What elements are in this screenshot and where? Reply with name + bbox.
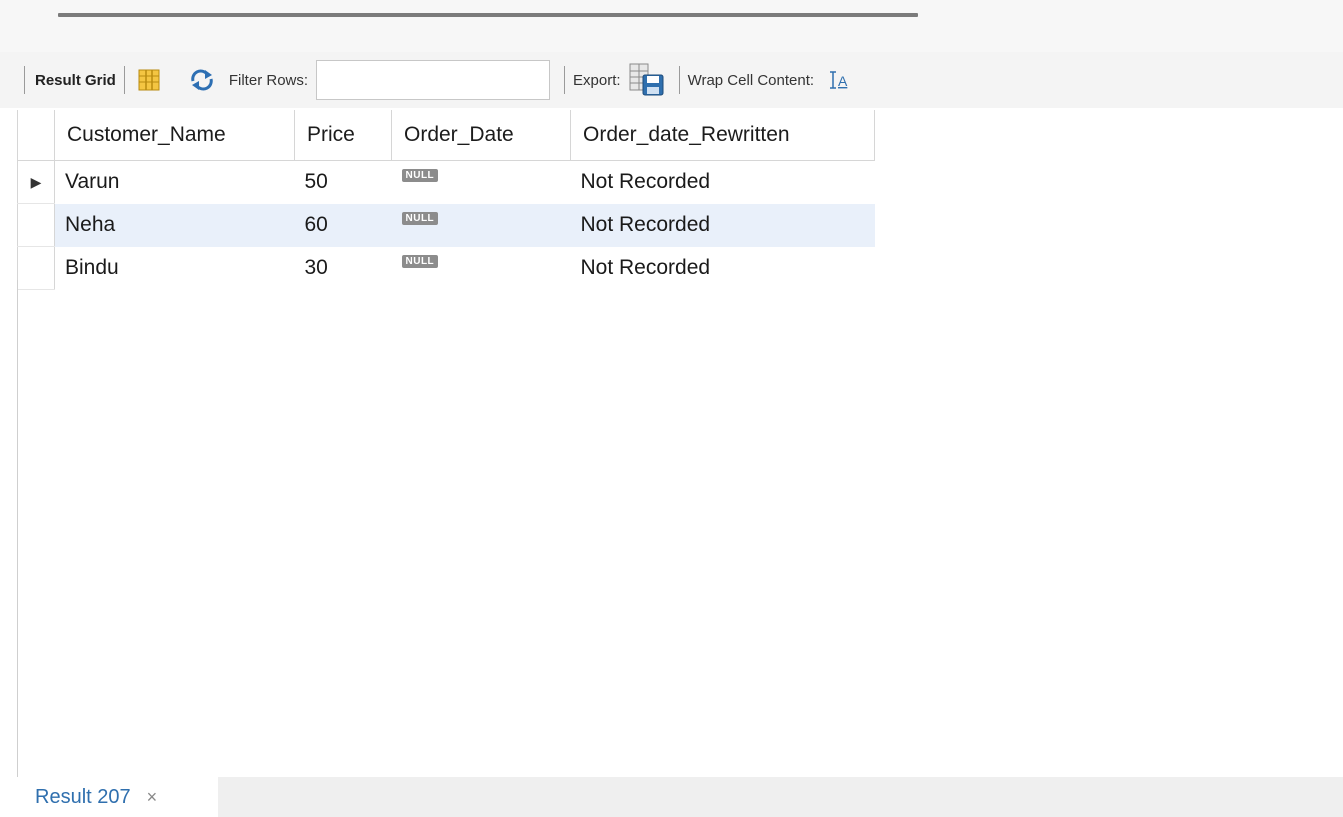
svg-text:A: A — [838, 73, 848, 89]
null-badge: NULL — [401, 255, 439, 268]
tab-label: Result 207 — [35, 785, 131, 808]
filter-rows-input[interactable] — [316, 60, 551, 100]
result-grid-label[interactable]: Result Grid — [35, 72, 116, 89]
cell-order-date-rewritten[interactable]: Not Recorded — [571, 161, 875, 204]
cell-customer-name[interactable]: Varun — [55, 161, 295, 204]
cell-customer-name[interactable]: Bindu — [55, 247, 295, 290]
close-icon[interactable]: × — [147, 787, 158, 808]
cell-price[interactable]: 30 — [295, 247, 392, 290]
result-table: Customer_Name Price Order_Date Order_dat… — [17, 110, 875, 290]
column-header-order-date-rewritten[interactable]: Order_date_Rewritten — [570, 110, 875, 161]
row-header-corner[interactable] — [17, 110, 55, 161]
row-selector[interactable] — [17, 246, 55, 290]
grid-left-border — [17, 280, 18, 777]
cell-order-date[interactable]: NULL — [391, 203, 571, 247]
result-tabs-bar: Result 207 × — [0, 777, 1343, 817]
result-toolbar: Result Grid Filter Rows: Export: Wrap Ce… — [0, 52, 1343, 108]
grid-columns-icon[interactable] — [137, 68, 161, 92]
cell-price[interactable]: 60 — [294, 203, 392, 247]
result-grid: Customer_Name Price Order_Date Order_dat… — [17, 110, 875, 290]
cell-order-date-rewritten[interactable]: Not Recorded — [570, 203, 875, 247]
row-selector[interactable] — [17, 203, 55, 247]
horizontal-scrollbar[interactable] — [58, 13, 918, 17]
cell-order-date[interactable]: NULL — [392, 161, 571, 204]
toolbar-separator — [24, 66, 25, 94]
null-badge: NULL — [401, 169, 439, 183]
column-header-price[interactable]: Price — [294, 110, 392, 161]
table-row[interactable]: Bindu 30 NULL Not Recorded — [17, 246, 875, 290]
wrap-cell-content-label: Wrap Cell Content: — [687, 71, 815, 89]
null-badge: NULL — [401, 212, 439, 225]
cell-customer-name[interactable]: Neha — [54, 203, 295, 247]
export-save-icon[interactable] — [629, 63, 665, 97]
tab-result-207[interactable]: Result 207 × — [0, 777, 218, 817]
wrap-text-icon[interactable]: A — [830, 69, 852, 91]
export-label: Export: — [573, 71, 621, 89]
toolbar-separator — [564, 66, 566, 94]
table-row[interactable]: ▶ Varun 50 NULL Not Recorded — [17, 160, 875, 204]
toolbar-separator — [123, 66, 125, 94]
cell-order-date[interactable]: NULL — [392, 247, 571, 290]
table-row[interactable]: Neha 60 NULL Not Recorded — [17, 203, 875, 247]
row-selector[interactable]: ▶ — [17, 160, 55, 204]
refresh-icon[interactable] — [189, 69, 215, 91]
header-row: Customer_Name Price Order_Date Order_dat… — [17, 110, 875, 161]
filter-rows-label: Filter Rows: — [228, 71, 309, 89]
toolbar-separator — [678, 66, 680, 94]
column-header-customer-name[interactable]: Customer_Name — [54, 110, 295, 161]
column-header-order-date[interactable]: Order_Date — [391, 110, 571, 161]
cell-price[interactable]: 50 — [295, 161, 392, 204]
cell-order-date-rewritten[interactable]: Not Recorded — [571, 247, 875, 290]
top-strip — [0, 0, 1343, 52]
